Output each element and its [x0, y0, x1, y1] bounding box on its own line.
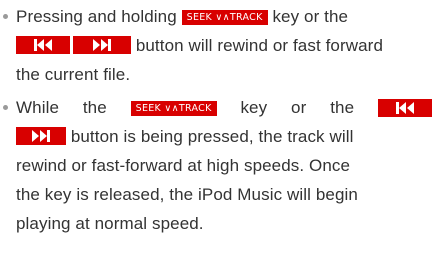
rewind-button [16, 36, 70, 54]
fast-forward-button [16, 127, 66, 145]
bullet-1-text: Pressing and holding [16, 7, 177, 26]
bullet-dot [3, 14, 8, 19]
bullet-2-word: the [330, 98, 355, 117]
bullet-2-word: or [291, 98, 307, 117]
bullet-2-word: key [240, 98, 268, 117]
bullet-1-line-2: button will rewind or fast forward [16, 35, 383, 57]
bullet-2-line-4: the key is released, the iPod Music will… [16, 184, 358, 206]
fast-forward-button [73, 36, 131, 54]
bullet-2-text: button is being pressed, the track will [70, 127, 354, 146]
skip-back-icon [34, 39, 52, 51]
bullet-2-text: playing at normal speed. [16, 214, 204, 233]
bullet-2-line-2: button is being pressed, the track will [16, 126, 354, 148]
bullet-2-text: rewind or fast-forward at high speeds. O… [16, 156, 351, 175]
skip-forward-icon [93, 39, 111, 51]
bullet-2-text: the key is released, the iPod Music will… [16, 185, 358, 204]
bullet-2-line-1: While the SEEK ∨∧TRACK key or the [16, 97, 432, 119]
rewind-button [377, 99, 432, 117]
bullet-2-line-3: rewind or fast-forward at high speeds. O… [16, 155, 350, 177]
bullet-1-text: button will rewind or fast forward [135, 36, 383, 55]
bullet-1-text: key or the [272, 7, 349, 26]
bullet-2-line-5: playing at normal speed. [16, 213, 204, 235]
skip-back-icon [395, 102, 414, 114]
bullet-2-word: While [16, 98, 60, 117]
seek-track-key-label: SEEK ∨∧TRACK [181, 10, 268, 25]
manual-page: Pressing and holding SEEK ∨∧TRACK key or… [0, 0, 439, 253]
bullet-1-line-1: Pressing and holding SEEK ∨∧TRACK key or… [16, 6, 348, 28]
skip-forward-icon [32, 130, 50, 142]
bullet-1-text: the current file. [16, 65, 131, 84]
bullet-2-word: the [82, 98, 107, 117]
bullet-1-line-3: the current file. [16, 64, 130, 86]
seek-track-key-label: SEEK ∨∧TRACK [130, 100, 217, 116]
bullet-dot [3, 105, 8, 110]
